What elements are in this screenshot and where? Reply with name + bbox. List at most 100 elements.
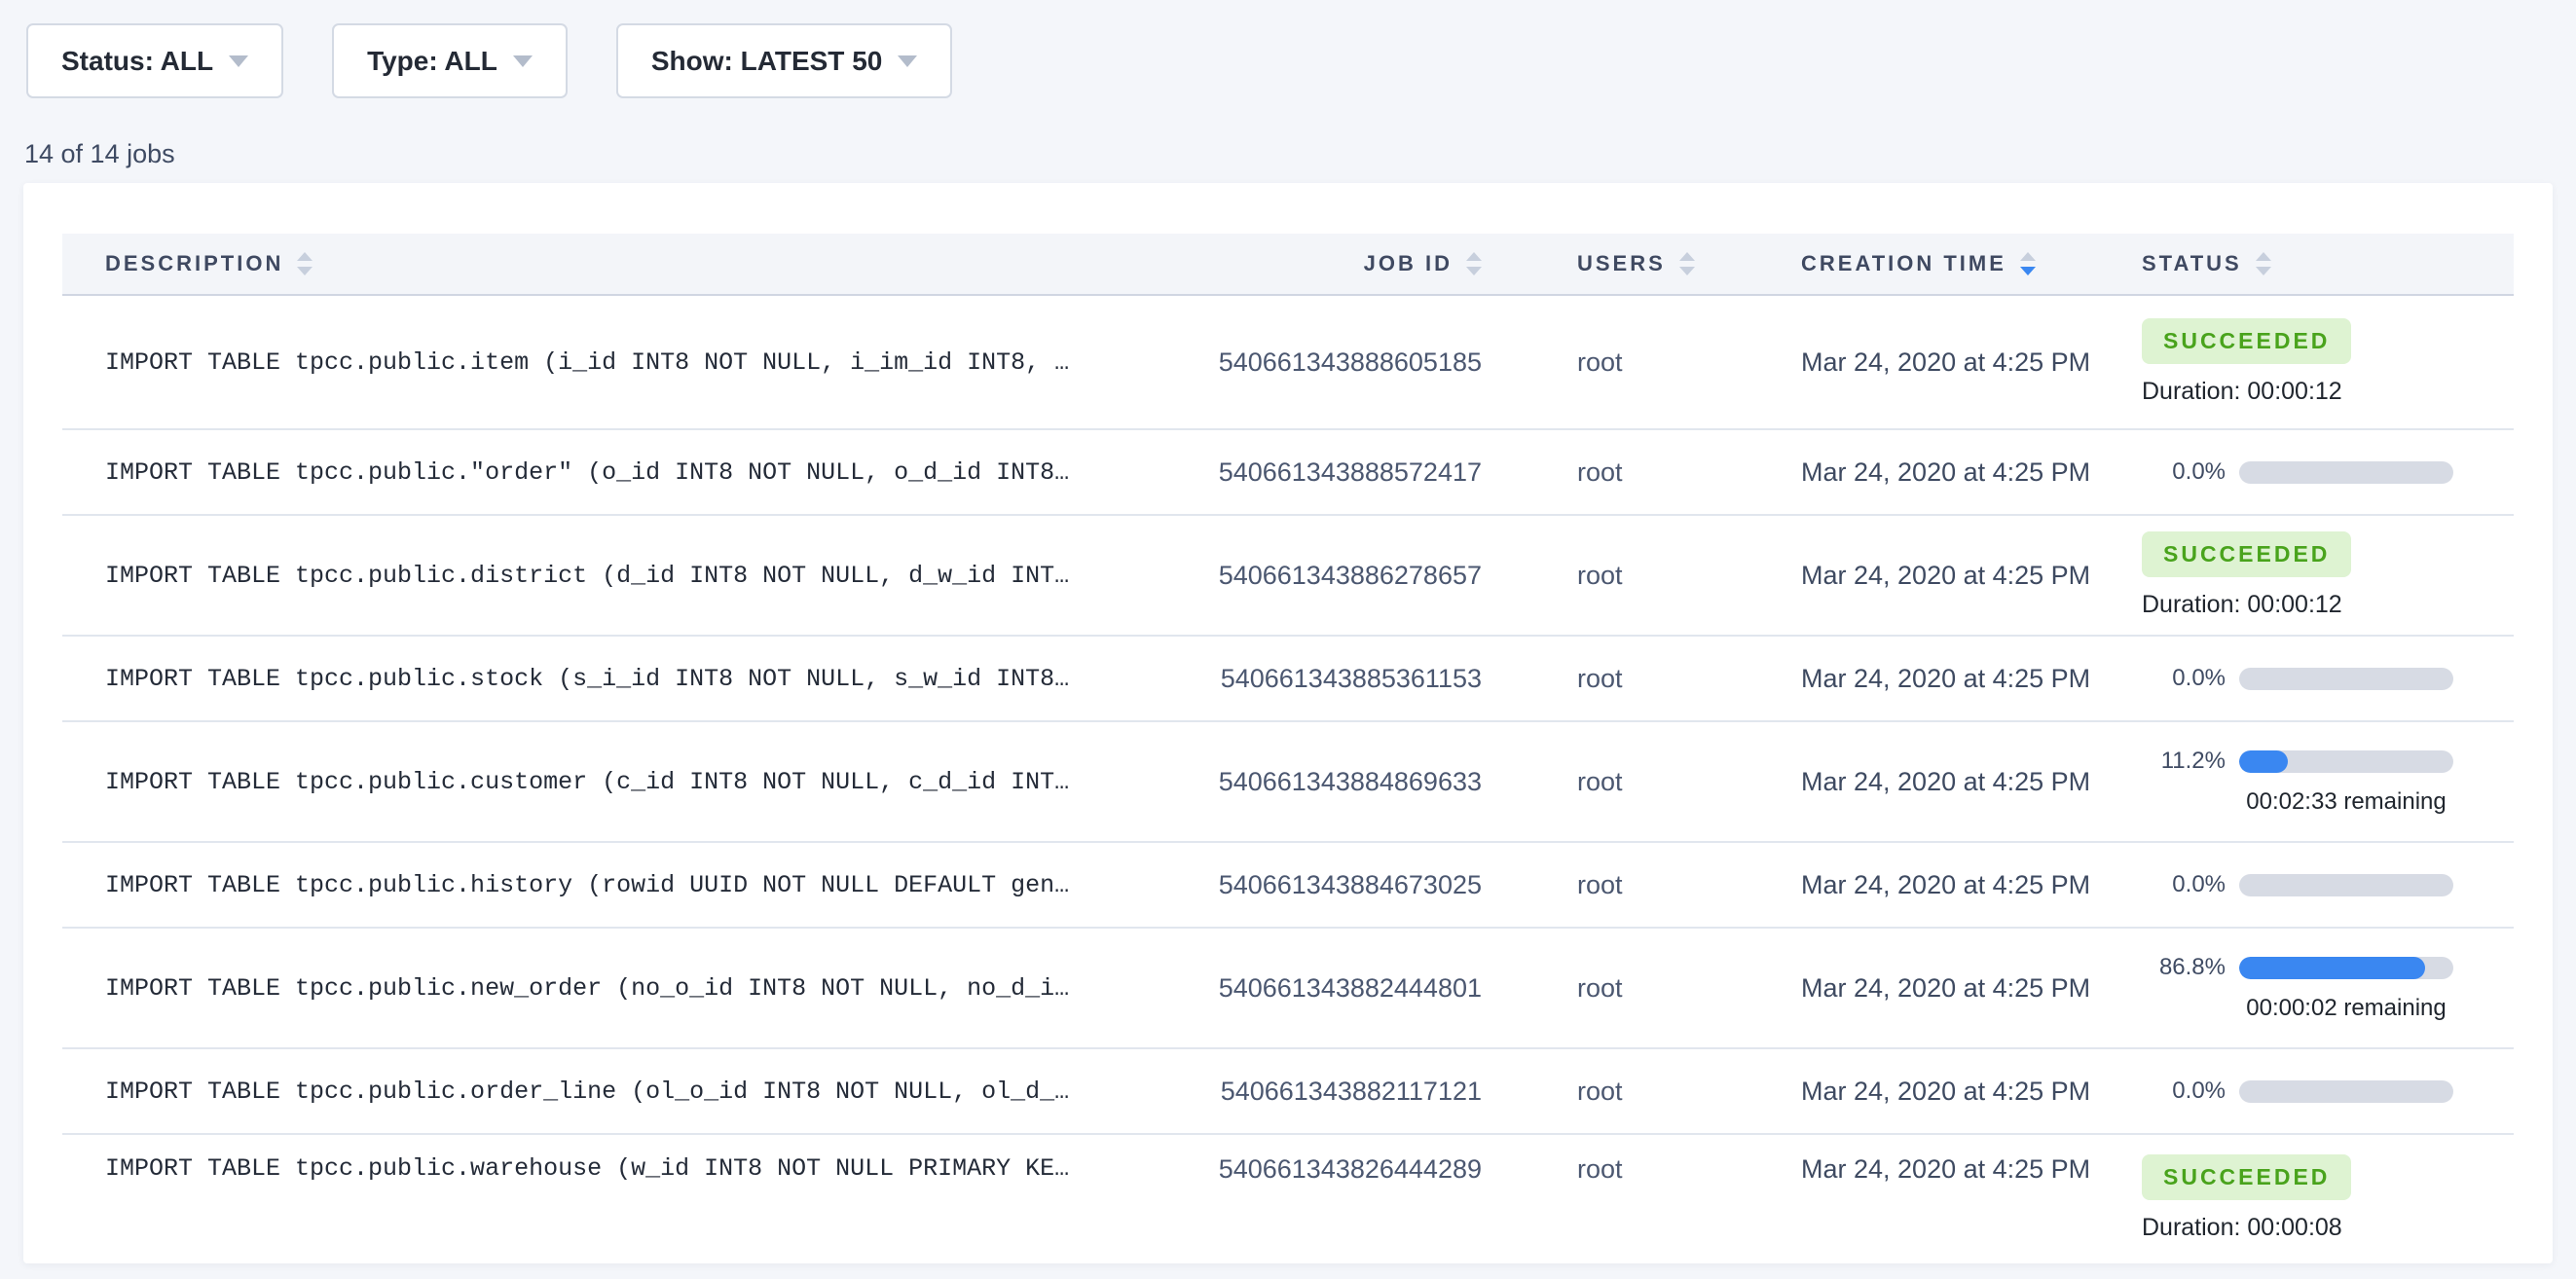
job-user: root bbox=[1482, 1077, 1754, 1107]
job-id: 540661343886278657 bbox=[1190, 561, 1482, 591]
time-remaining: 00:00:02 remaining bbox=[2239, 995, 2453, 1022]
job-creation-time: Mar 24, 2020 at 4:25 PM bbox=[1754, 457, 2105, 488]
progress-bar-fill bbox=[2239, 750, 2288, 773]
table-row[interactable]: IMPORT TABLE tpcc.public.new_order (no_o… bbox=[62, 929, 2514, 1049]
show-filter-label: Show: LATEST 50 bbox=[651, 46, 883, 77]
job-creation-time: Mar 24, 2020 at 4:25 PM bbox=[1754, 1154, 2105, 1185]
job-user: root bbox=[1482, 870, 1754, 900]
table-row[interactable]: IMPORT TABLE tpcc.public.stock (s_i_id I… bbox=[62, 637, 2514, 722]
job-user: root bbox=[1482, 561, 1754, 591]
job-creation-time: Mar 24, 2020 at 4:25 PM bbox=[1754, 870, 2105, 900]
table-row[interactable]: IMPORT TABLE tpcc.public.order_line (ol_… bbox=[62, 1049, 2514, 1135]
column-header-creation-time[interactable]: CREATION TIME bbox=[1754, 251, 2105, 276]
job-status-cell: 0.0% bbox=[2105, 458, 2514, 486]
jobs-count-summary: 14 of 14 jobs bbox=[0, 98, 2576, 169]
filter-bar: Status: ALL Type: ALL Show: LATEST 50 bbox=[0, 0, 2576, 98]
column-label: CREATION TIME bbox=[1801, 251, 2006, 276]
job-id: 540661343882444801 bbox=[1190, 973, 1482, 1004]
progress-percent: 86.8% bbox=[2142, 954, 2226, 981]
progress-percent: 0.0% bbox=[2142, 665, 2226, 692]
job-status-cell: SUCCEEDED Duration: 00:00:08 bbox=[2105, 1154, 2514, 1242]
chevron-down-icon bbox=[229, 55, 248, 67]
job-id: 540661343884869633 bbox=[1190, 767, 1482, 797]
status-filter-dropdown[interactable]: Status: ALL bbox=[26, 23, 283, 98]
sort-arrows-icon[interactable] bbox=[1679, 252, 1695, 275]
progress-bar bbox=[2239, 461, 2453, 484]
type-filter-dropdown[interactable]: Type: ALL bbox=[332, 23, 568, 98]
job-creation-time: Mar 24, 2020 at 4:25 PM bbox=[1754, 767, 2105, 797]
job-id: 540661343884673025 bbox=[1190, 870, 1482, 900]
status-duration: Duration: 00:00:12 bbox=[2142, 378, 2514, 406]
job-creation-time: Mar 24, 2020 at 4:25 PM bbox=[1754, 347, 2105, 378]
job-user: root bbox=[1482, 767, 1754, 797]
show-filter-dropdown[interactable]: Show: LATEST 50 bbox=[616, 23, 953, 98]
sort-arrows-icon[interactable] bbox=[297, 252, 313, 275]
sort-arrows-icon[interactable] bbox=[1466, 252, 1482, 275]
job-user: root bbox=[1482, 973, 1754, 1004]
jobs-table-card: DESCRIPTION JOB ID USERS CREATION TIME STATU… bbox=[23, 183, 2553, 1263]
chevron-down-icon bbox=[898, 55, 917, 67]
job-id: 540661343826444289 bbox=[1190, 1154, 1482, 1185]
progress-percent: 0.0% bbox=[2142, 1078, 2226, 1105]
column-header-job-id[interactable]: JOB ID bbox=[1190, 251, 1482, 276]
status-badge: SUCCEEDED bbox=[2142, 318, 2351, 364]
progress-bar bbox=[2239, 750, 2453, 773]
table-row[interactable]: IMPORT TABLE tpcc.public.district (d_id … bbox=[62, 516, 2514, 637]
progress-bar bbox=[2239, 957, 2453, 979]
column-label: JOB ID bbox=[1364, 251, 1453, 276]
column-label: USERS bbox=[1577, 251, 1666, 276]
job-status-cell: SUCCEEDED Duration: 00:00:12 bbox=[2105, 318, 2514, 406]
column-header-status[interactable]: STATUS bbox=[2105, 251, 2514, 276]
column-header-description[interactable]: DESCRIPTION bbox=[62, 251, 1190, 276]
job-status-cell: 0.0% bbox=[2105, 1078, 2514, 1105]
job-user: root bbox=[1482, 347, 1754, 378]
job-user: root bbox=[1482, 457, 1754, 488]
job-status-cell: SUCCEEDED Duration: 00:00:12 bbox=[2105, 531, 2514, 619]
column-label: DESCRIPTION bbox=[105, 251, 283, 276]
table-row[interactable]: IMPORT TABLE tpcc.public.customer (c_id … bbox=[62, 722, 2514, 843]
job-creation-time: Mar 24, 2020 at 4:25 PM bbox=[1754, 561, 2105, 591]
column-label: STATUS bbox=[2142, 251, 2242, 276]
job-creation-time: Mar 24, 2020 at 4:25 PM bbox=[1754, 664, 2105, 694]
progress-percent: 0.0% bbox=[2142, 871, 2226, 898]
table-row[interactable]: IMPORT TABLE tpcc.public."order" (o_id I… bbox=[62, 430, 2514, 516]
job-user: root bbox=[1482, 1154, 1754, 1185]
job-description: IMPORT TABLE tpcc.public.history (rowid … bbox=[62, 871, 1190, 899]
table-row[interactable]: IMPORT TABLE tpcc.public.item (i_id INT8… bbox=[62, 296, 2514, 430]
job-id: 540661343882117121 bbox=[1190, 1077, 1482, 1107]
job-status-cell: 11.2% 00:02:33 remaining bbox=[2105, 748, 2514, 816]
progress-percent: 0.0% bbox=[2142, 458, 2226, 486]
job-creation-time: Mar 24, 2020 at 4:25 PM bbox=[1754, 973, 2105, 1004]
status-badge: SUCCEEDED bbox=[2142, 1154, 2351, 1200]
job-user: root bbox=[1482, 664, 1754, 694]
job-status-cell: 0.0% bbox=[2105, 871, 2514, 898]
job-status-cell: 86.8% 00:00:02 remaining bbox=[2105, 954, 2514, 1022]
status-filter-label: Status: ALL bbox=[61, 46, 213, 77]
job-description: IMPORT TABLE tpcc.public.warehouse (w_id… bbox=[62, 1154, 1190, 1183]
status-duration: Duration: 00:00:08 bbox=[2142, 1214, 2514, 1242]
jobs-table-header: DESCRIPTION JOB ID USERS CREATION TIME STATU… bbox=[62, 234, 2514, 296]
progress-bar bbox=[2239, 874, 2453, 896]
job-description: IMPORT TABLE tpcc.public.stock (s_i_id I… bbox=[62, 665, 1190, 693]
job-status-cell: 0.0% bbox=[2105, 665, 2514, 692]
time-remaining: 00:02:33 remaining bbox=[2239, 788, 2453, 816]
sort-arrows-icon[interactable] bbox=[2020, 252, 2036, 275]
progress-percent: 11.2% bbox=[2142, 748, 2226, 775]
sort-arrows-icon[interactable] bbox=[2256, 252, 2271, 275]
jobs-table-body: IMPORT TABLE tpcc.public.item (i_id INT8… bbox=[62, 296, 2514, 1263]
table-row[interactable]: IMPORT TABLE tpcc.public.warehouse (w_id… bbox=[62, 1135, 2514, 1263]
job-description: IMPORT TABLE tpcc.public.customer (c_id … bbox=[62, 768, 1190, 796]
job-id: 540661343885361153 bbox=[1190, 664, 1482, 694]
job-description: IMPORT TABLE tpcc.public.district (d_id … bbox=[62, 562, 1190, 590]
progress-bar bbox=[2239, 668, 2453, 690]
job-description: IMPORT TABLE tpcc.public.item (i_id INT8… bbox=[62, 348, 1190, 377]
table-row[interactable]: IMPORT TABLE tpcc.public.history (rowid … bbox=[62, 843, 2514, 929]
job-id: 540661343888572417 bbox=[1190, 457, 1482, 488]
job-creation-time: Mar 24, 2020 at 4:25 PM bbox=[1754, 1077, 2105, 1107]
progress-bar-fill bbox=[2239, 957, 2425, 979]
column-header-users[interactable]: USERS bbox=[1482, 251, 1754, 276]
status-badge: SUCCEEDED bbox=[2142, 531, 2351, 577]
job-id: 540661343888605185 bbox=[1190, 347, 1482, 378]
progress-bar bbox=[2239, 1080, 2453, 1103]
job-description: IMPORT TABLE tpcc.public."order" (o_id I… bbox=[62, 458, 1190, 487]
